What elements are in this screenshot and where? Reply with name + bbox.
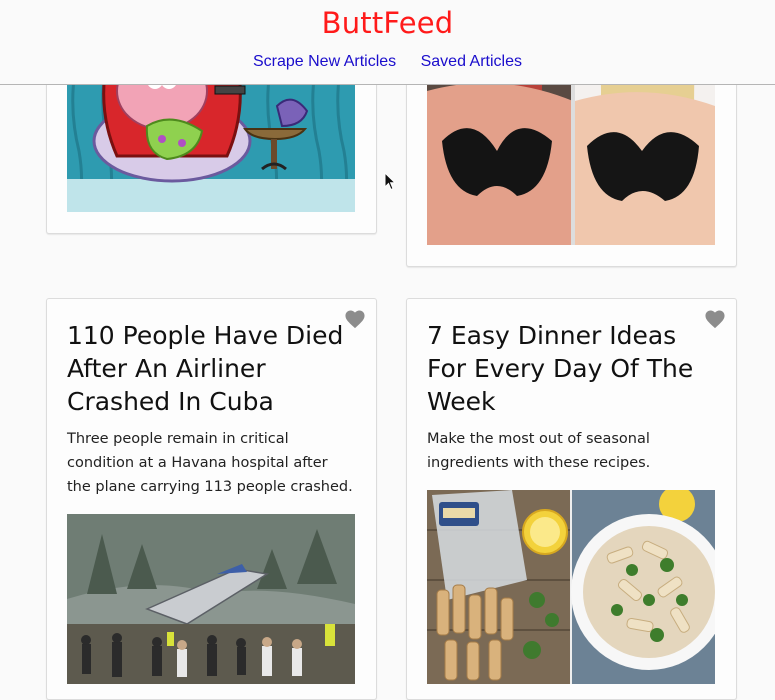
nav-bar: Scrape New Articles Saved Articles — [0, 53, 775, 71]
mouse-cursor-icon — [384, 172, 396, 191]
plane-crash-wreckage-image — [67, 514, 355, 684]
article-title[interactable]: 110 People Have Died After An Airliner C… — [67, 319, 356, 418]
site-header: ButtFeed Scrape New Articles Saved Artic… — [0, 0, 775, 85]
article-title[interactable]: 7 Easy Dinner Ideas For Every Day Of The… — [427, 319, 716, 418]
article-image[interactable] — [67, 514, 355, 684]
article-description: Three people remain in critical conditio… — [67, 431, 353, 495]
article-card: 110 People Have Died After An Airliner C… — [46, 298, 377, 700]
article-description: Make the most out of seasonal ingredient… — [427, 431, 651, 471]
scrape-articles-link[interactable]: Scrape New Articles — [253, 53, 396, 70]
pasta-salad-bowl-image — [427, 490, 715, 684]
article-image[interactable] — [427, 490, 715, 684]
saved-articles-link[interactable]: Saved Articles — [421, 53, 522, 70]
article-card: 7 Easy Dinner Ideas For Every Day Of The… — [406, 298, 737, 700]
brand-logo[interactable]: ButtFeed — [0, 6, 775, 40]
